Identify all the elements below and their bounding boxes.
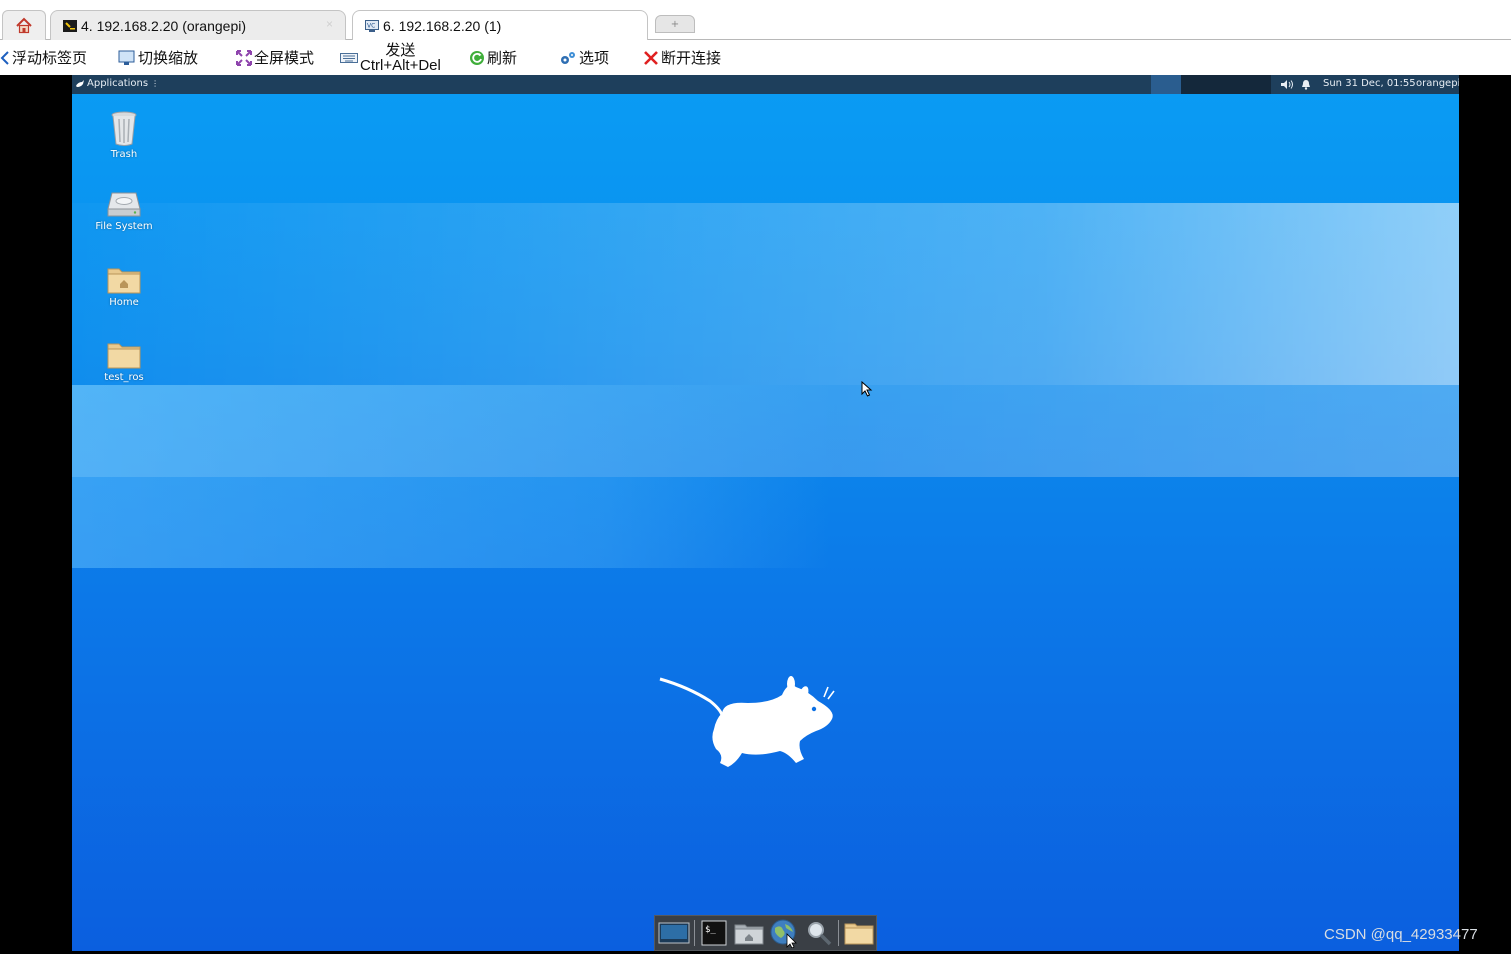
plus-icon: + xyxy=(670,18,680,30)
desktop-icon-test-ros[interactable]: test_ros xyxy=(72,340,176,383)
vnc-icon: VC xyxy=(365,20,379,32)
desktop-icon-label: Home xyxy=(109,297,139,308)
vnc-toolbar: 浮动标签页 切换缩放 全屏模式 发送 Ctrl+Alt+Del 刷新 选项 断开… xyxy=(0,40,1511,75)
wallpaper-band xyxy=(72,477,832,568)
tab-ssh-session[interactable]: 4. 192.168.2.20 (orangepi) × xyxy=(50,10,346,40)
dock-terminal[interactable]: $_ xyxy=(697,917,732,949)
fullscreen-icon xyxy=(236,49,252,66)
applications-label: Applications xyxy=(87,78,149,89)
svg-text:$_: $_ xyxy=(705,925,716,935)
ctrl-alt-del-label: Ctrl+Alt+Del xyxy=(360,56,441,74)
fullscreen-label: 全屏模式 xyxy=(254,49,315,67)
svg-text:VC: VC xyxy=(367,23,375,30)
tab-label: 6. 192.168.2.20 (1) xyxy=(383,18,502,34)
terminal-icon: $_ xyxy=(701,920,727,946)
disconnect-label: 断开连接 xyxy=(661,49,722,67)
home-folder-icon xyxy=(107,268,141,294)
tab-bar: 4. 192.168.2.20 (orangepi) × VC 6. 192.1… xyxy=(0,0,1511,41)
dock-show-desktop[interactable] xyxy=(657,917,692,949)
desktop-icon-label: test_ros xyxy=(104,372,144,383)
options-label: 选项 xyxy=(579,49,610,67)
xfce-dock: $_ xyxy=(654,915,877,951)
float-tabs-label: 浮动标签页 xyxy=(12,49,88,67)
notification-bell-icon[interactable] xyxy=(1301,79,1311,90)
refresh-icon xyxy=(470,50,484,65)
remote-viewport: Applications ⋮ Sun 31 Dec, 01:55 orangep… xyxy=(0,75,1511,954)
close-x-icon xyxy=(644,50,658,65)
desktop-icon-label: File System xyxy=(95,221,153,232)
workspace-3[interactable] xyxy=(1211,75,1241,94)
keyboard-icon xyxy=(340,52,358,63)
gears-icon xyxy=(561,51,575,64)
dock-folder[interactable] xyxy=(841,917,876,949)
csdn-watermark: CSDN @qq_42933477 xyxy=(1324,926,1478,943)
folder-icon xyxy=(107,343,141,369)
drive-icon xyxy=(107,192,141,217)
tab-vnc-session[interactable]: VC 6. 192.168.2.20 (1) xyxy=(352,10,648,41)
show-desktop-icon xyxy=(658,922,690,944)
workspace-2[interactable] xyxy=(1181,75,1211,94)
dock-separator xyxy=(838,920,840,946)
home-tab[interactable] xyxy=(2,10,46,40)
dock-app-finder[interactable] xyxy=(801,917,836,949)
workspace-4[interactable] xyxy=(1241,75,1271,94)
file-manager-icon xyxy=(734,924,764,945)
menu-dots-icon: ⋮ xyxy=(151,79,160,88)
web-browser-icon xyxy=(770,919,797,948)
xfce-mouse-logo xyxy=(659,676,835,767)
trash-icon xyxy=(111,111,137,146)
desktop-icon-filesystem[interactable]: File System xyxy=(72,189,176,232)
send-ctrl-alt-del-button[interactable]: 发送 Ctrl+Alt+Del xyxy=(340,40,441,75)
tab-label: 4. 192.168.2.20 (orangepi) xyxy=(81,17,247,34)
xfce-logo-icon xyxy=(76,79,84,87)
fullscreen-button[interactable]: 全屏模式 xyxy=(236,40,314,75)
switch-zoom-button[interactable]: 切换缩放 xyxy=(118,40,198,75)
dock-file-manager[interactable] xyxy=(732,917,767,949)
ssh-terminal-icon xyxy=(63,19,77,32)
xfce-desktop[interactable]: Applications ⋮ Sun 31 Dec, 01:55 orangep… xyxy=(72,75,1459,951)
monitor-icon xyxy=(118,50,135,65)
home-icon xyxy=(16,17,32,33)
wallpaper-band xyxy=(72,203,1459,385)
float-tabs-button[interactable]: 浮动标签页 xyxy=(0,40,87,75)
wallpaper-band xyxy=(72,385,1459,477)
panel-user[interactable]: orangepi xyxy=(1416,78,1459,89)
folder-icon xyxy=(844,923,874,945)
switch-zoom-label: 切换缩放 xyxy=(138,49,199,67)
desktop-icon-trash[interactable]: Trash xyxy=(72,109,176,160)
close-icon[interactable]: × xyxy=(326,17,333,31)
dock-web-browser[interactable] xyxy=(767,917,802,949)
panel-clock[interactable]: Sun 31 Dec, 01:55 xyxy=(1323,78,1416,89)
chevron-left-icon xyxy=(0,50,9,65)
new-tab-button[interactable]: + xyxy=(655,15,695,33)
desktop-icon-home[interactable]: Home xyxy=(72,265,176,308)
refresh-button[interactable]: 刷新 xyxy=(469,40,517,75)
volume-icon[interactable] xyxy=(1280,79,1294,90)
options-button[interactable]: 选项 xyxy=(559,40,609,75)
applications-menu[interactable]: Applications ⋮ xyxy=(75,78,159,89)
refresh-label: 刷新 xyxy=(487,49,518,67)
app-finder-icon xyxy=(807,922,832,946)
send-label: 发送 xyxy=(385,40,416,59)
disconnect-button[interactable]: 断开连接 xyxy=(643,40,721,75)
desktop-icon-label: Trash xyxy=(110,149,138,160)
mouse-cursor-icon xyxy=(861,381,873,397)
dock-separator xyxy=(693,920,695,946)
workspace-1[interactable] xyxy=(1151,75,1181,94)
xfce-top-panel: Applications ⋮ Sun 31 Dec, 01:55 orangep… xyxy=(72,75,1459,94)
